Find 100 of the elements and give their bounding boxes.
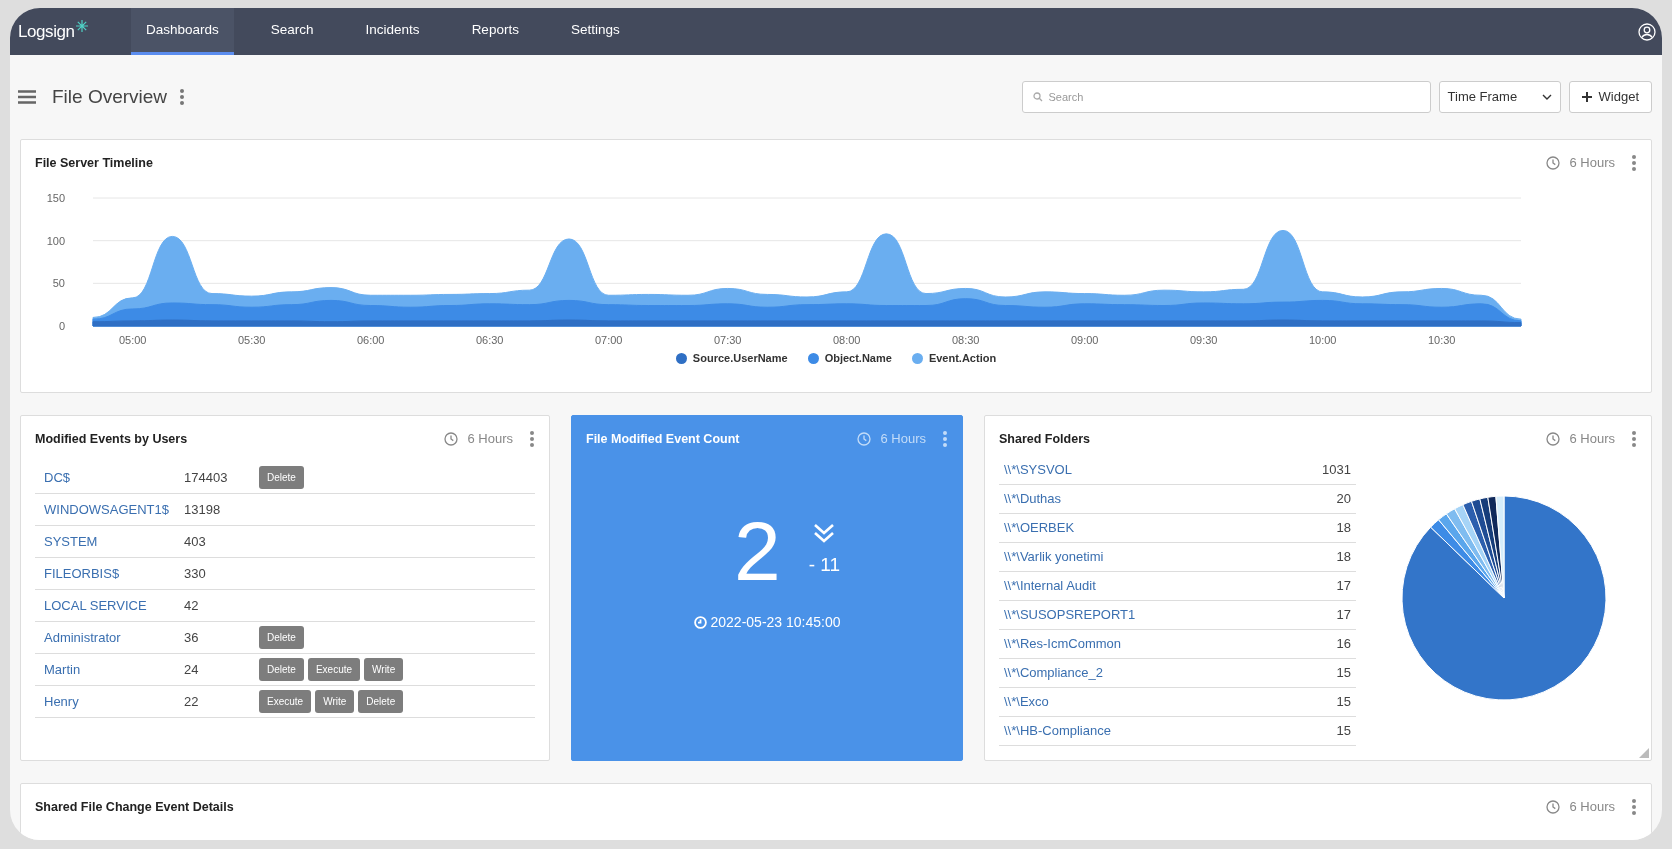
- clock-icon: [1546, 156, 1561, 170]
- time-range-label: 6 Hours: [1569, 154, 1615, 173]
- table-cell-text: 18: [1336, 519, 1351, 538]
- more-icon[interactable]: [1631, 154, 1637, 172]
- table-cell-text: 330: [184, 564, 207, 583]
- axis-label: 05:00: [118, 334, 147, 346]
- card-title: Shared Folders: [999, 430, 1090, 448]
- user-link[interactable]: LOCAL SERVICE: [44, 596, 184, 615]
- axis-label: 10:00: [1308, 334, 1337, 346]
- resize-handle-icon[interactable]: [1639, 748, 1649, 758]
- time-range-label: 6 Hours: [1569, 798, 1615, 817]
- folder-link[interactable]: \\*\Internal Audit: [1004, 576, 1096, 596]
- user-link[interactable]: DC$: [44, 468, 184, 487]
- menu-icon[interactable]: [18, 90, 36, 104]
- more-icon[interactable]: [179, 88, 186, 106]
- table-cell-text: 15: [1336, 693, 1351, 712]
- axis-label: 09:30: [1189, 334, 1218, 346]
- more-icon[interactable]: [1631, 798, 1637, 816]
- chevron-down-icon: [1541, 94, 1552, 100]
- user-link[interactable]: SYSTEM: [44, 532, 184, 551]
- table-cell-text: 17: [1336, 577, 1351, 596]
- axis-label: 05:30: [237, 334, 266, 346]
- table-cell-text: 15: [1336, 664, 1351, 683]
- card-title: Modified Events by Users: [35, 430, 188, 448]
- axis-label: 07:30: [713, 334, 742, 346]
- folder-link[interactable]: \\*\SUSOPSREPORT1: [1004, 605, 1136, 625]
- axis-label: 09:00: [1070, 334, 1099, 346]
- clock-icon: [1546, 432, 1561, 446]
- table-cell-text: 36: [184, 628, 200, 647]
- nav-tab[interactable]: Dashboards: [131, 8, 234, 55]
- time-range-label: 6 Hours: [1569, 430, 1615, 449]
- more-icon[interactable]: [942, 430, 948, 448]
- more-icon[interactable]: [529, 430, 535, 448]
- action-tag[interactable]: Execute: [307, 658, 361, 681]
- time-range-label: 6 Hours: [467, 430, 513, 449]
- logo-text: Logsign: [18, 20, 75, 43]
- nav-tab[interactable]: Search: [255, 8, 329, 55]
- action-tag[interactable]: Delete: [259, 626, 304, 649]
- clock-icon: [444, 432, 459, 446]
- card-title: Shared File Change Event Details: [35, 798, 234, 816]
- folder-link[interactable]: \\*\SYSVOL: [1004, 460, 1072, 480]
- table-cell-text: 174403: [184, 468, 229, 487]
- count-value: 2: [733, 506, 781, 596]
- action-tag[interactable]: Delete: [259, 466, 304, 489]
- folder-link[interactable]: \\*\Duthas: [1004, 489, 1062, 509]
- folder-link[interactable]: \\*\OERBEK: [1004, 518, 1075, 538]
- table-cell-text: 42: [184, 596, 200, 615]
- table-cell-text: 16: [1336, 635, 1351, 654]
- user-link[interactable]: Administrator: [44, 628, 184, 647]
- table-cell-text: 15: [1336, 722, 1351, 741]
- clock-icon: [1546, 800, 1561, 814]
- nav-tab[interactable]: Settings: [555, 8, 635, 55]
- axis-label: 06:30: [475, 334, 504, 346]
- action-tag[interactable]: Delete: [259, 658, 304, 681]
- double-chevron-down-icon: [813, 522, 836, 543]
- user-link[interactable]: WINDOWSAGENT1$: [44, 500, 184, 519]
- nav-tab[interactable]: Incidents: [350, 8, 435, 55]
- add-widget-button[interactable]: Widget: [1568, 81, 1652, 113]
- user-link[interactable]: Martin: [44, 660, 184, 679]
- user-link[interactable]: FILEORBIS$: [44, 564, 184, 583]
- table-cell-text: 22: [184, 692, 200, 711]
- nav-tab[interactable]: Reports: [456, 8, 534, 55]
- folder-link[interactable]: \\*\Res-IcmCommon: [1004, 634, 1122, 654]
- search-field[interactable]: Search: [1021, 81, 1431, 113]
- legend-label: Object.Name: [824, 351, 892, 366]
- folder-link[interactable]: \\*\Varlik yonetimi: [1004, 547, 1104, 567]
- time-range-label: 6 Hours: [880, 430, 926, 449]
- folder-link[interactable]: \\*\Compliance_2: [1004, 663, 1103, 683]
- axis-label: 150: [46, 192, 65, 204]
- change-value: - 11: [808, 552, 841, 577]
- clock-icon: [693, 616, 707, 629]
- user-icon[interactable]: [1638, 22, 1656, 41]
- axis-label: 100: [46, 234, 65, 247]
- axis-label: 08:00: [832, 334, 861, 346]
- action-tag[interactable]: Write: [364, 658, 404, 681]
- axis-label: 50: [52, 277, 65, 290]
- card-title: File Modified Event Count: [586, 430, 740, 448]
- plus-icon: [1581, 92, 1592, 102]
- table-cell-text: 20: [1336, 490, 1351, 509]
- table-cell-text: 24: [184, 660, 200, 679]
- folder-link[interactable]: \\*\HB-Compliance: [1004, 721, 1111, 741]
- clock-icon: [857, 432, 872, 446]
- time-frame-dropdown[interactable]: Time Frame: [1438, 81, 1561, 113]
- snowflake-icon: [74, 18, 89, 33]
- axis-label: 07:00: [594, 334, 623, 346]
- more-icon[interactable]: [1631, 430, 1637, 448]
- page-title: File Overview: [52, 84, 168, 109]
- folder-link[interactable]: \\*\Exco: [1004, 692, 1049, 712]
- table-cell-text: 17: [1336, 606, 1351, 625]
- action-tag[interactable]: Delete: [358, 690, 404, 713]
- table-cell-text: 1031: [1322, 461, 1351, 480]
- user-link[interactable]: Henry: [44, 692, 184, 711]
- legend-label: Source.UserName: [692, 351, 788, 366]
- action-tag[interactable]: Write: [315, 690, 355, 713]
- axis-label: 10:30: [1427, 334, 1456, 346]
- action-tag[interactable]: Execute: [259, 690, 312, 713]
- timestamp: 2022-05-23 10:45:00: [710, 613, 841, 632]
- axis-label: 06:00: [356, 334, 385, 346]
- axis-label: 08:30: [951, 334, 980, 346]
- table-cell-text: 403: [184, 532, 207, 551]
